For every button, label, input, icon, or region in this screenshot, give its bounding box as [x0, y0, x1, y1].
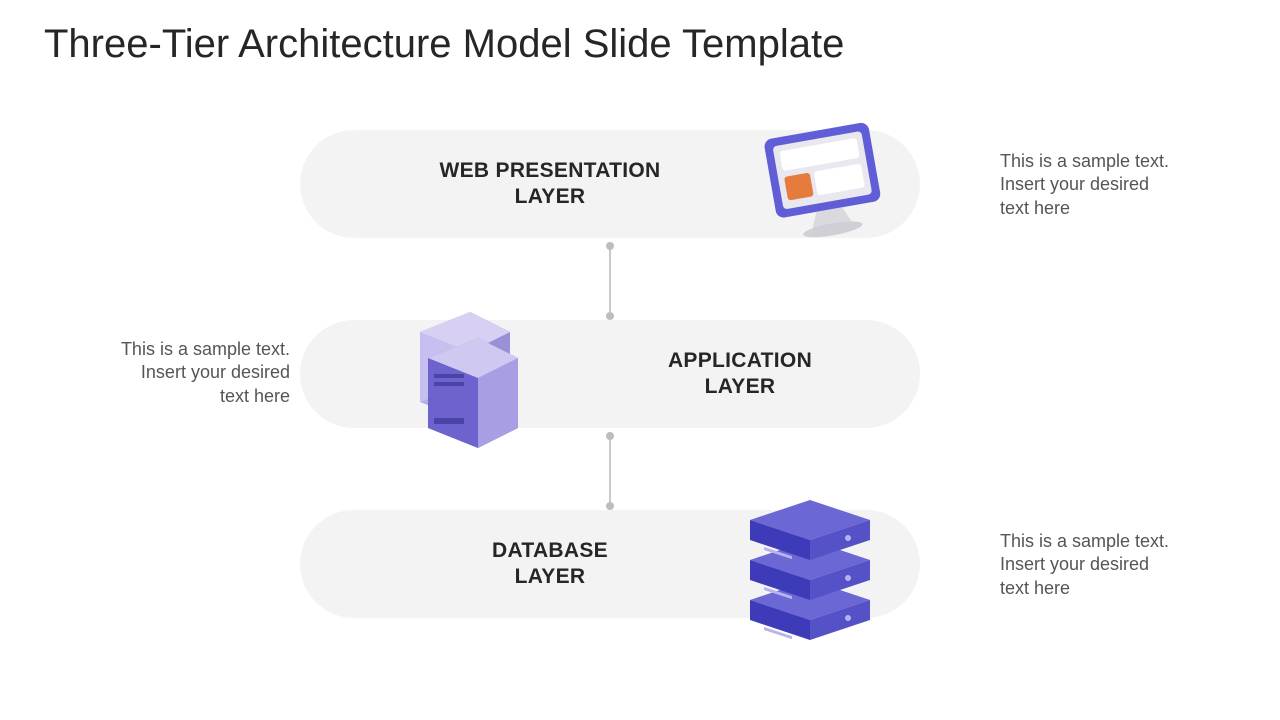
tier-label-line1: WEB PRESENTATION: [439, 159, 660, 182]
tier-description: This is a sample text. Insert your desir…: [120, 338, 290, 408]
desc-line: text here: [1000, 578, 1070, 598]
connector-line: [609, 436, 611, 502]
tier-label-line2: LAYER: [515, 185, 586, 208]
tier-label: WEB PRESENTATION LAYER: [420, 158, 680, 211]
tier-web-presentation: WEB PRESENTATION LAYER: [300, 130, 920, 238]
slide-title: Three-Tier Architecture Model Slide Temp…: [44, 22, 844, 67]
tier-stack: WEB PRESENTATION LAYER: [300, 130, 920, 618]
tier-database: DATABASE LAYER: [300, 510, 920, 618]
desc-line: Insert your desired: [1000, 174, 1149, 194]
database-icon: [730, 488, 890, 658]
connector-dot: [606, 502, 614, 510]
connector-dot: [606, 242, 614, 250]
tier-description: This is a sample text. Insert your desir…: [1000, 150, 1220, 220]
tier-application: APPLICATION LAYER: [300, 320, 920, 428]
tier-label-line1: APPLICATION: [668, 349, 812, 372]
monitor-icon: [750, 110, 900, 260]
connector-line: [609, 246, 611, 312]
server-icon: [380, 292, 550, 462]
tier-description: This is a sample text. Insert your desir…: [1000, 530, 1220, 600]
desc-line: This is a sample text.: [1000, 151, 1169, 171]
tier-label-line2: LAYER: [515, 565, 586, 588]
desc-line: This is a sample text.: [121, 339, 290, 359]
connector-dot: [606, 432, 614, 440]
tier-label-line2: LAYER: [705, 375, 776, 398]
desc-line: Insert your desired: [1000, 554, 1149, 574]
tier-label-line1: DATABASE: [492, 539, 608, 562]
desc-line: text here: [220, 386, 290, 406]
tier-label: DATABASE LAYER: [420, 538, 680, 591]
desc-line: text here: [1000, 198, 1070, 218]
connector-dot: [606, 312, 614, 320]
slide: Three-Tier Architecture Model Slide Temp…: [0, 0, 1280, 720]
tier-label: APPLICATION LAYER: [620, 348, 860, 401]
desc-line: Insert your desired: [141, 362, 290, 382]
desc-line: This is a sample text.: [1000, 531, 1169, 551]
